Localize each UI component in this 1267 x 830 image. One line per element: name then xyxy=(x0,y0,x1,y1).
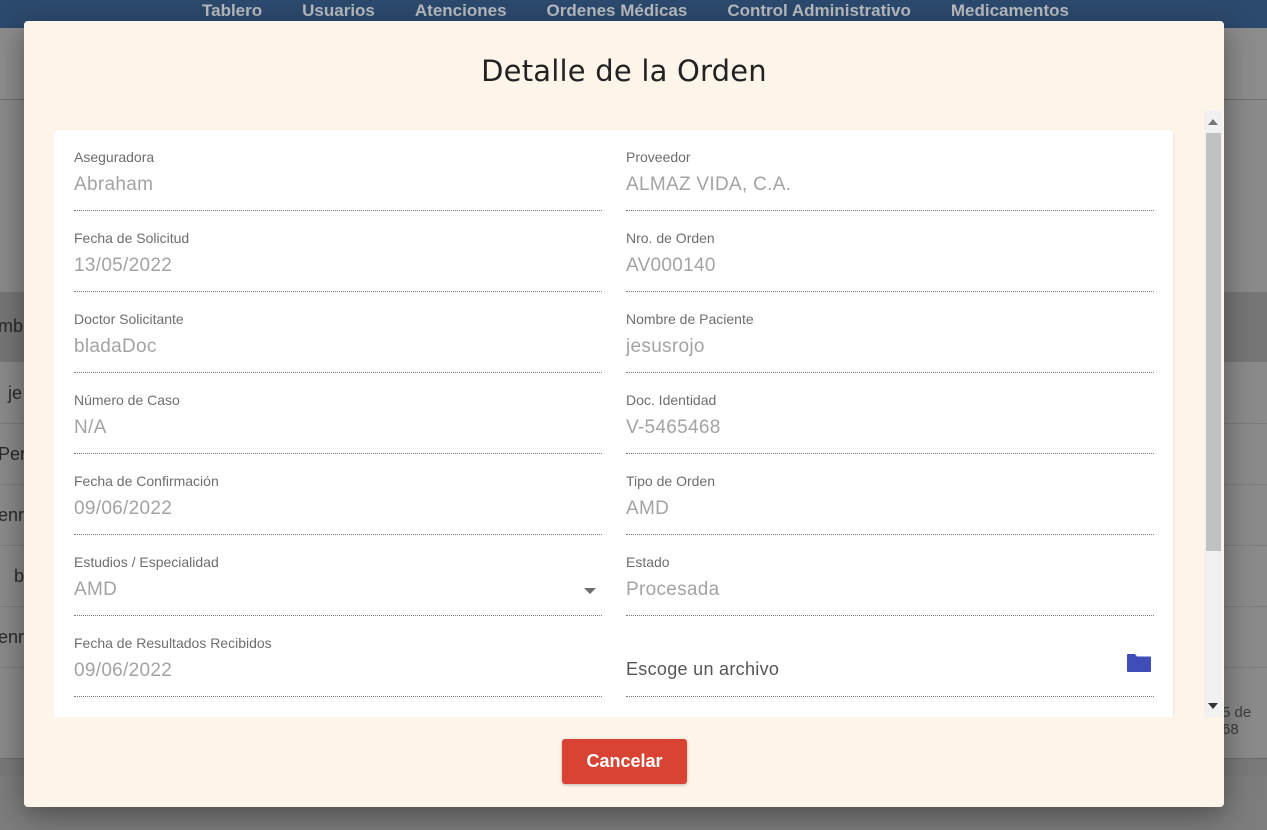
numero-caso-field[interactable]: Número de Caso N/A xyxy=(74,392,602,454)
order-form-card: Aseguradora Abraham Proveedor ALMAZ VIDA… xyxy=(54,130,1173,717)
nav-item-atenciones[interactable]: Atenciones xyxy=(415,1,507,21)
modal-scrollbar[interactable] xyxy=(1204,111,1222,717)
folder-icon[interactable] xyxy=(1126,653,1152,673)
nav-item-medicamentos[interactable]: Medicamentos xyxy=(951,1,1069,21)
cancel-button[interactable]: Cancelar xyxy=(562,739,687,784)
file-picker-field[interactable]: Escoge un archivo xyxy=(626,635,1154,697)
estudios-especialidad-select[interactable]: Estudios / Especialidad AMD xyxy=(74,554,602,616)
field-value: Abraham xyxy=(74,174,154,195)
field-value: AV000140 xyxy=(626,255,716,276)
table-cell: b xyxy=(14,566,25,586)
field-value: jesusrojo xyxy=(626,336,705,357)
table-cell: je xyxy=(8,383,23,403)
tipo-orden-field[interactable]: Tipo de Orden AMD xyxy=(626,473,1154,535)
nav-item-usuarios[interactable]: Usuarios xyxy=(302,1,375,21)
modal-scroll-area[interactable]: Aseguradora Abraham Proveedor ALMAZ VIDA… xyxy=(54,111,1222,717)
doctor-solicitante-field[interactable]: Doctor Solicitante bladaDoc xyxy=(74,311,602,373)
fecha-resultados-field[interactable]: Fecha de Resultados Recibidos 09/06/2022 xyxy=(74,635,602,697)
aseguradora-field[interactable]: Aseguradora Abraham xyxy=(74,149,602,211)
field-label: Número de Caso xyxy=(74,392,180,408)
field-label: Doctor Solicitante xyxy=(74,311,184,327)
background-column-header: mb xyxy=(0,316,24,336)
field-label: Estudios / Especialidad xyxy=(74,554,219,570)
file-picker-placeholder[interactable]: Escoge un archivo xyxy=(626,659,779,680)
field-value: 09/06/2022 xyxy=(74,660,173,681)
nro-orden-field[interactable]: Nro. de Orden AV000140 xyxy=(626,230,1154,292)
order-detail-modal: Detalle de la Orden Aseguradora Abraham … xyxy=(24,21,1224,807)
field-value: 09/06/2022 xyxy=(74,498,173,519)
field-label: Estado xyxy=(626,554,670,570)
field-value: 13/05/2022 xyxy=(74,255,173,276)
nombre-paciente-field[interactable]: Nombre de Paciente jesusrojo xyxy=(626,311,1154,373)
field-value: AMD xyxy=(626,498,670,519)
field-label: Fecha de Confirmación xyxy=(74,473,219,489)
field-value: V-5465468 xyxy=(626,417,721,438)
field-label: Fecha de Resultados Recibidos xyxy=(74,635,272,651)
nav-item-control-administrativo[interactable]: Control Administrativo xyxy=(727,1,911,21)
scrollbar-thumb[interactable] xyxy=(1206,133,1221,551)
fecha-solicitud-field[interactable]: Fecha de Solicitud 13/05/2022 xyxy=(74,230,602,292)
field-label: Nro. de Orden xyxy=(626,230,715,246)
field-label: Tipo de Orden xyxy=(626,473,715,489)
nav-menu: Tablero Usuarios Atenciones Ordenes Médi… xyxy=(202,1,1109,21)
field-label: Aseguradora xyxy=(74,149,155,165)
field-value: Procesada xyxy=(626,579,720,600)
doc-identidad-field[interactable]: Doc. Identidad V-5465468 xyxy=(626,392,1154,454)
scroll-down-arrow-icon[interactable] xyxy=(1208,703,1218,709)
nav-item-ordenes-medicas[interactable]: Ordenes Médicas xyxy=(547,1,688,21)
field-label: Fecha de Solicitud xyxy=(74,230,190,246)
table-cell: enr xyxy=(0,627,25,647)
field-label: Doc. Identidad xyxy=(626,392,717,408)
field-value: AMD xyxy=(74,579,118,600)
field-value: ALMAZ VIDA, C.A. xyxy=(626,174,792,195)
scroll-up-arrow-icon[interactable] xyxy=(1208,119,1218,125)
table-cell: enr xyxy=(0,505,25,525)
field-label: Nombre de Paciente xyxy=(626,311,754,327)
field-value: bladaDoc xyxy=(74,336,157,357)
nav-item-tablero[interactable]: Tablero xyxy=(202,1,262,21)
estado-field[interactable]: Estado Procesada xyxy=(626,554,1154,616)
background-pager-text: 5 de 68 xyxy=(1222,704,1252,738)
dropdown-arrow-icon[interactable] xyxy=(584,588,596,594)
fecha-confirmacion-field[interactable]: Fecha de Confirmación 09/06/2022 xyxy=(74,473,602,535)
modal-title: Detalle de la Orden xyxy=(481,54,767,88)
field-value: N/A xyxy=(74,417,107,438)
field-label: Proveedor xyxy=(626,149,691,165)
proveedor-field[interactable]: Proveedor ALMAZ VIDA, C.A. xyxy=(626,149,1154,211)
table-cell: Per xyxy=(0,444,27,464)
